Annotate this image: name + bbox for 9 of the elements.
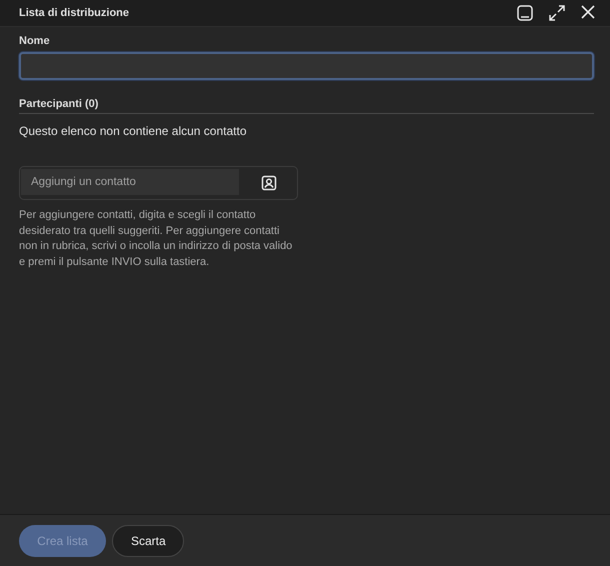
empty-message: Questo elenco non contiene alcun contatto (19, 124, 246, 138)
name-field[interactable] (19, 52, 594, 80)
contact-icon[interactable] (261, 175, 277, 191)
field-label: Nome (19, 35, 50, 47)
add-contact-field[interactable]: Aggiungi un contatto (19, 166, 298, 200)
section-heading: Partecipanti (0) (19, 98, 98, 110)
discard-button[interactable]: Scarta (112, 524, 184, 556)
help-text: Per aggiungere contatti, digita e scegli il contatto desiderato tra quelli suggeriti. Per aggiungere contatti non in rubrica, scrivi o incolla un indirizzo di posta valido e premi il pulsante INVIO sulla tastiera. (19, 208, 294, 270)
window-title: Lista di distribuzione (19, 7, 130, 19)
